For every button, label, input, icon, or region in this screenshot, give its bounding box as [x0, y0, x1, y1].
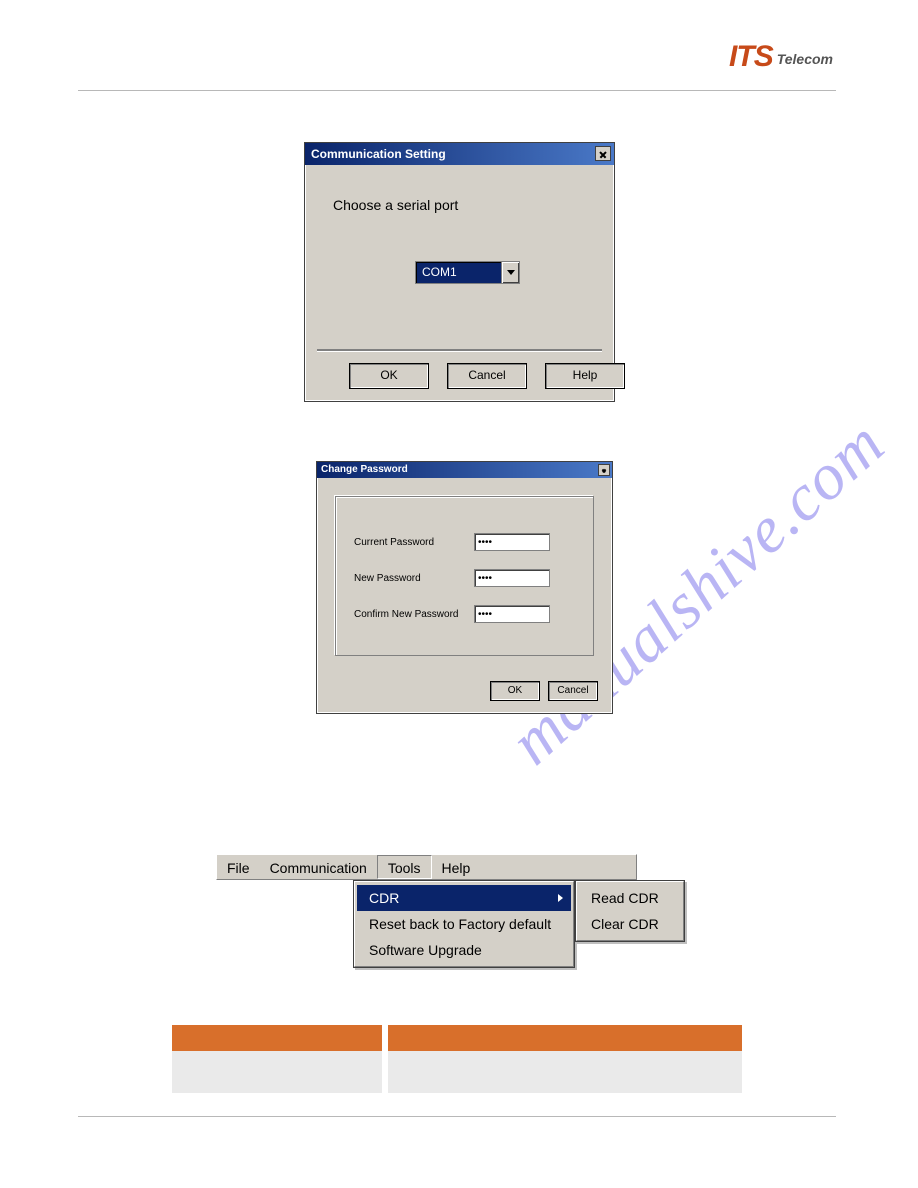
menu-tools[interactable]: Tools [377, 855, 432, 879]
instruction-label: Choose a serial port [333, 197, 458, 213]
menu-item-label: Clear CDR [591, 916, 659, 932]
communication-setting-dialog: Communication Setting Choose a serial po… [304, 142, 615, 402]
ok-button[interactable]: OK [349, 363, 429, 389]
menu-item-reset-factory[interactable]: Reset back to Factory default [357, 911, 571, 937]
menubar: File Communication Tools Help [216, 854, 637, 880]
menu-item-label: Reset back to Factory default [369, 916, 551, 932]
dialog-title-bar[interactable]: Communication Setting [305, 143, 614, 165]
table-header-cell [172, 1025, 382, 1051]
current-password-input[interactable] [474, 533, 550, 551]
confirm-password-input[interactable] [474, 605, 550, 623]
menu-item-label: Read CDR [591, 890, 659, 906]
menu-item-cdr[interactable]: CDR [357, 885, 571, 911]
dialog-title: Communication Setting [311, 147, 446, 161]
tools-dropdown: CDR Reset back to Factory default Softwa… [353, 880, 575, 968]
password-group: Current Password New Password Confirm Ne… [335, 496, 594, 656]
close-icon[interactable] [598, 464, 610, 476]
chevron-right-icon [558, 894, 563, 902]
serial-port-select[interactable]: COM1 [415, 261, 520, 284]
help-button[interactable]: Help [545, 363, 625, 389]
confirm-password-label: Confirm New Password [354, 609, 474, 620]
table-body-cell [172, 1051, 382, 1093]
table-body-cell [388, 1051, 742, 1093]
menu-item-label: CDR [369, 890, 399, 906]
header-rule [78, 90, 836, 91]
brand-logo: ITS Telecom [729, 42, 833, 72]
serial-port-value: COM1 [415, 261, 501, 284]
logo-sub-text: Telecom [777, 52, 833, 66]
dialog-title: Change Password [321, 464, 408, 475]
new-password-label: New Password [354, 573, 474, 584]
menu-item-read-cdr[interactable]: Read CDR [579, 885, 681, 911]
menu-item-label: Software Upgrade [369, 942, 482, 958]
menu-file[interactable]: File [217, 855, 260, 879]
close-icon[interactable] [595, 146, 611, 161]
cancel-button[interactable]: Cancel [548, 681, 598, 701]
current-password-label: Current Password [354, 537, 474, 548]
table-header-cell [388, 1025, 742, 1051]
dialog-title-bar[interactable]: Change Password [317, 462, 612, 478]
menu-help[interactable]: Help [432, 855, 481, 879]
change-password-dialog: Change Password Current Password New Pas… [316, 461, 613, 714]
footer-rule [78, 1116, 836, 1117]
ok-button[interactable]: OK [490, 681, 540, 701]
table-placeholder [172, 1025, 742, 1093]
chevron-down-icon[interactable] [501, 261, 520, 284]
menu-screenshot: File Communication Tools Help CDR Reset … [216, 854, 637, 880]
menu-communication[interactable]: Communication [260, 855, 377, 879]
logo-main-text: ITS [729, 42, 773, 72]
dialog-separator [317, 349, 602, 351]
new-password-input[interactable] [474, 569, 550, 587]
menu-item-software-upgrade[interactable]: Software Upgrade [357, 937, 571, 963]
cdr-submenu: Read CDR Clear CDR [575, 880, 685, 942]
cancel-button[interactable]: Cancel [447, 363, 527, 389]
menu-item-clear-cdr[interactable]: Clear CDR [579, 911, 681, 937]
